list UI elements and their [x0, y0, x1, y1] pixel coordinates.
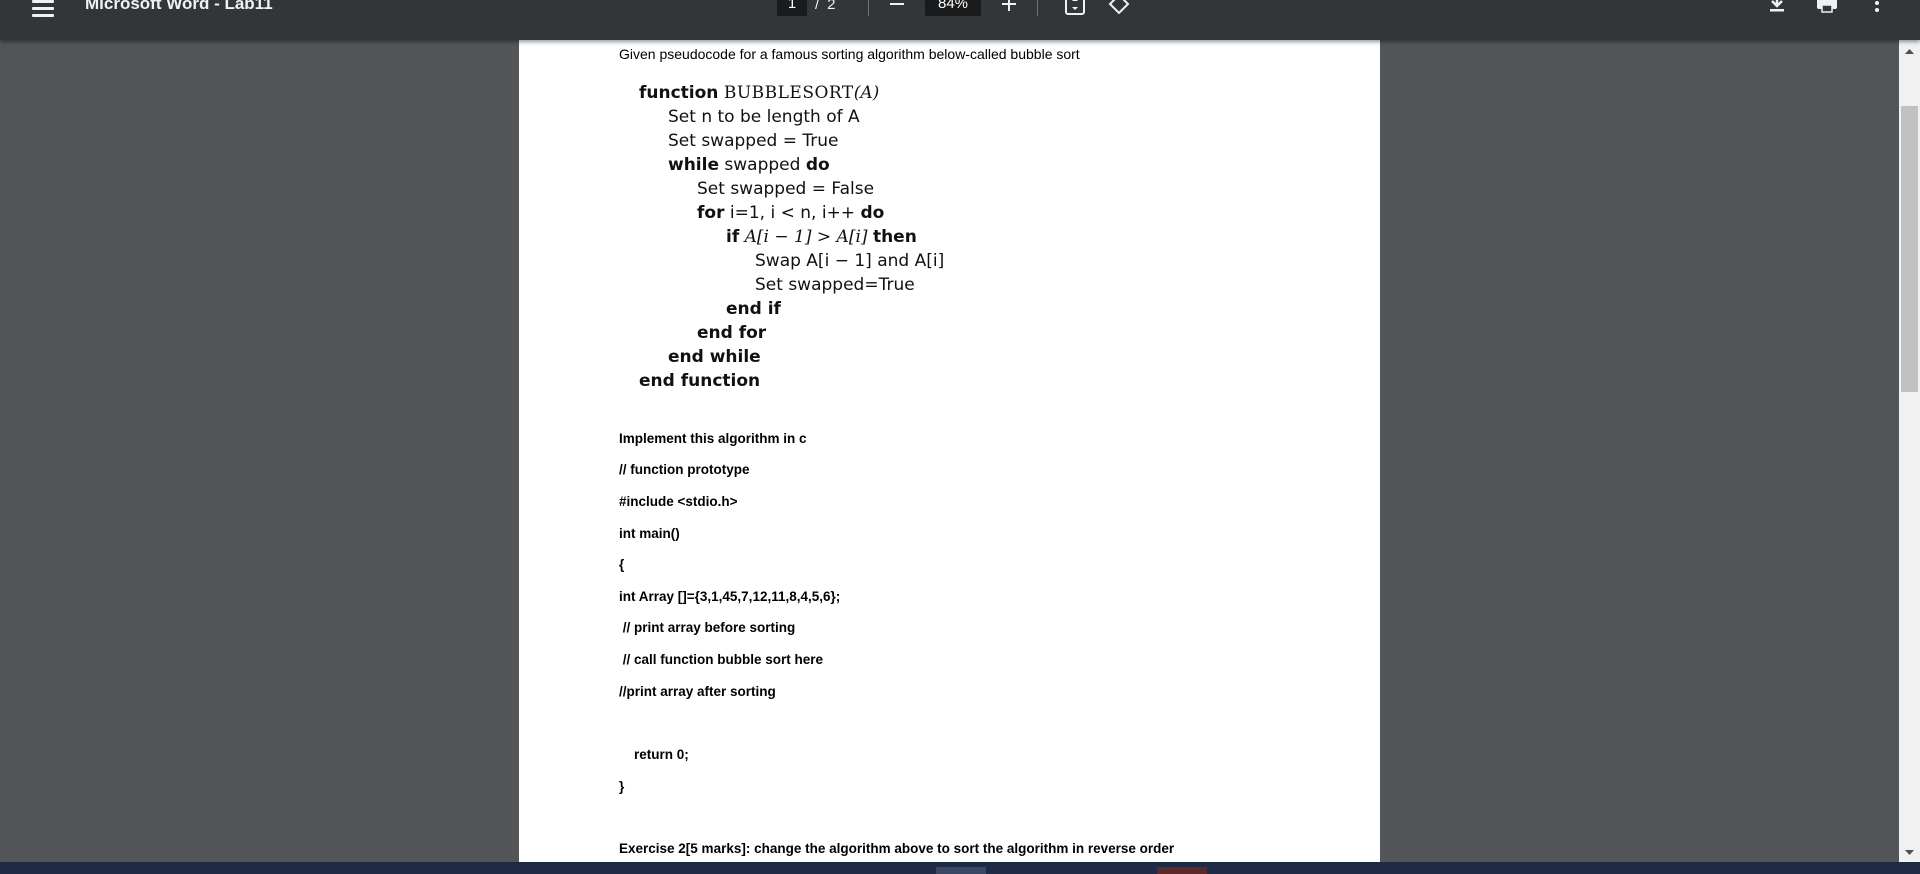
exercise-heading: Exercise 2[5 marks]: change the algorith… [619, 841, 1175, 856]
scrollbar-thumb[interactable] [1901, 106, 1918, 392]
page-total: 2 [827, 0, 836, 13]
code-line: } [619, 779, 625, 794]
taskbar-item[interactable] [936, 867, 986, 874]
code-line: int Array []={3,1,45,7,12,11,8,4,5,6}; [619, 589, 841, 604]
code-line: //print array after sorting [619, 684, 776, 699]
vertical-scrollbar[interactable] [1899, 40, 1920, 862]
more-icon[interactable] [1863, 0, 1891, 16]
pseudocode-line: for i=1, i < n, i++ do [697, 203, 885, 223]
pseudocode-line: Swap A[i − 1] and A[i] [755, 251, 945, 271]
taskbar-item[interactable] [1157, 867, 1207, 874]
code-line: return 0; [619, 747, 689, 762]
intro-text: Given pseudocode for a famous sorting al… [619, 46, 1080, 62]
zoom-level-input[interactable]: 84% [925, 0, 981, 16]
taskbar [0, 862, 1920, 874]
toolbar-divider [1037, 0, 1038, 16]
rotate-icon[interactable] [1105, 0, 1133, 16]
pseudocode-line: Set swapped = False [697, 179, 875, 199]
menu-icon[interactable] [28, 0, 58, 20]
pseudocode-line: end for [697, 323, 767, 343]
scroll-up-icon[interactable] [1899, 42, 1920, 60]
pseudocode-line: Set swapped = True [668, 131, 839, 151]
pseudocode-line: while swapped do [668, 155, 830, 175]
toolbar-divider [868, 0, 869, 16]
pdf-toolbar: Microsoft Word - Lab11 1 / 2 84% [0, 0, 1920, 40]
code-line: { [619, 557, 625, 572]
code-line: // function prototype [619, 462, 750, 477]
pseudocode-line: Set n to be length of A [668, 107, 860, 127]
code-line: #include <stdio.h> [619, 494, 738, 509]
code-line: // call function bubble sort here [619, 652, 824, 667]
print-icon[interactable] [1813, 0, 1841, 16]
page-indicator: 1 / 2 [777, 0, 836, 16]
pseudocode-line: end if [726, 299, 781, 319]
page-separator: / [815, 0, 820, 13]
pseudocode-line: function BUBBLESORT(A) [639, 83, 880, 103]
document-title: Microsoft Word - Lab11 [85, 0, 273, 13]
pseudocode-line: if A[i − 1] > A[i] then [726, 227, 917, 247]
pseudocode-line: Set swapped=True [755, 275, 915, 295]
pseudocode-line: end while [668, 347, 761, 367]
scroll-down-icon[interactable] [1899, 844, 1920, 862]
zoom-out-icon[interactable] [883, 0, 911, 16]
download-icon[interactable] [1763, 0, 1791, 16]
code-line: int main() [619, 526, 680, 541]
page-number-input[interactable]: 1 [777, 0, 807, 16]
code-line: // print array before sorting [619, 620, 796, 635]
pseudocode-line: end function [639, 371, 761, 391]
code-line: Implement this algorithm in c [619, 431, 807, 446]
zoom-in-icon[interactable] [995, 0, 1023, 16]
document-page: Given pseudocode for a famous sorting al… [519, 40, 1380, 862]
fit-page-icon[interactable] [1061, 0, 1089, 16]
